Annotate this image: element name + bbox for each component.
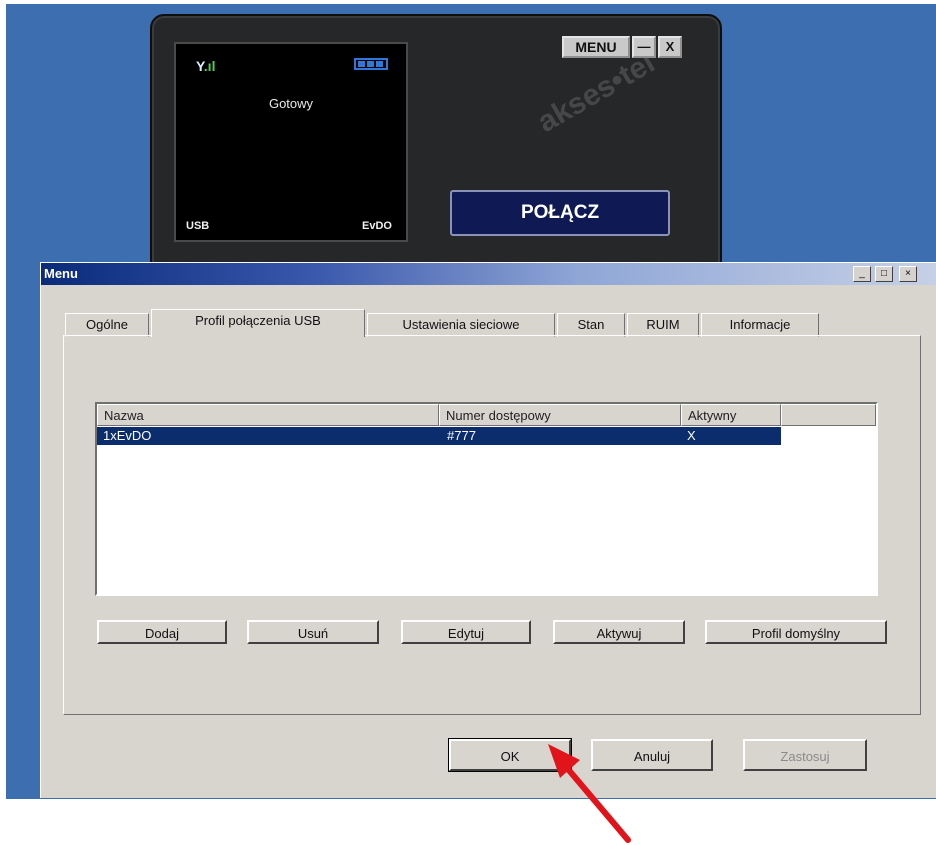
tab-stan[interactable]: Stan bbox=[557, 313, 625, 337]
tab-ustawienia-sieciowe[interactable]: Ustawienia sieciowe bbox=[367, 313, 555, 337]
tab-ruim[interactable]: RUIM bbox=[627, 313, 699, 337]
column-header-aktywny[interactable]: Aktywny bbox=[681, 404, 781, 426]
connection-type-label: USB bbox=[186, 220, 210, 232]
network-type-label: EvDO bbox=[362, 220, 392, 232]
minimize-icon[interactable]: _ bbox=[853, 266, 871, 282]
table-row[interactable]: 1xEvDO #777 X bbox=[97, 427, 781, 445]
menu-button[interactable]: MENU bbox=[562, 36, 630, 58]
activate-profile-button[interactable]: Aktywuj bbox=[553, 620, 685, 644]
arrow-head bbox=[548, 744, 580, 778]
menu-dialog: Menu _ □ × Ogólne Profil połączenia USB … bbox=[40, 262, 936, 798]
profile-active-cell: X bbox=[687, 428, 696, 443]
close-button[interactable]: X bbox=[658, 36, 682, 58]
signal-bars-icon: .ıl bbox=[203, 58, 216, 74]
connect-button[interactable]: POŁĄCZ bbox=[450, 190, 670, 236]
default-profile-button[interactable]: Profil domyślny bbox=[705, 620, 887, 644]
modem-app-window: Y.ıl Gotowy USB EvDO akses•tel MENU — X … bbox=[150, 14, 722, 274]
signal-strength-icon: Y.ıl bbox=[196, 58, 216, 74]
pointer-arrow-icon bbox=[548, 744, 631, 843]
arrow-shaft bbox=[559, 759, 631, 843]
dialog-title: Menu bbox=[44, 266, 78, 281]
modem-display: Y.ıl Gotowy USB EvDO bbox=[174, 42, 408, 242]
column-header-nazwa[interactable]: Nazwa bbox=[97, 404, 439, 426]
minimize-button[interactable]: — bbox=[632, 36, 656, 58]
tab-informacje[interactable]: Informacje bbox=[701, 313, 819, 337]
profile-number-cell: #777 bbox=[447, 428, 476, 443]
connection-status: Gotowy bbox=[268, 96, 314, 111]
close-icon[interactable]: × bbox=[899, 266, 917, 282]
delete-profile-button[interactable]: Usuń bbox=[247, 620, 379, 644]
profile-name-cell: 1xEvDO bbox=[103, 428, 152, 443]
apply-button[interactable]: Zastosuj bbox=[743, 739, 867, 771]
watermark: akses•tel bbox=[532, 46, 661, 140]
add-profile-button[interactable]: Dodaj bbox=[97, 620, 227, 644]
battery-icon bbox=[354, 58, 388, 70]
tab-profil-usb[interactable]: Profil połączenia USB bbox=[151, 309, 365, 337]
column-header-numer[interactable]: Numer dostępowy bbox=[439, 404, 681, 426]
column-header-empty bbox=[781, 404, 876, 426]
dialog-titlebar: Menu _ □ × bbox=[41, 263, 936, 285]
edit-profile-button[interactable]: Edytuj bbox=[401, 620, 531, 644]
tab-ogolne[interactable]: Ogólne bbox=[65, 313, 149, 337]
maximize-icon[interactable]: □ bbox=[875, 266, 893, 282]
profile-list[interactable]: Nazwa Numer dostępowy Aktywny 1xEvDO #77… bbox=[95, 402, 878, 596]
